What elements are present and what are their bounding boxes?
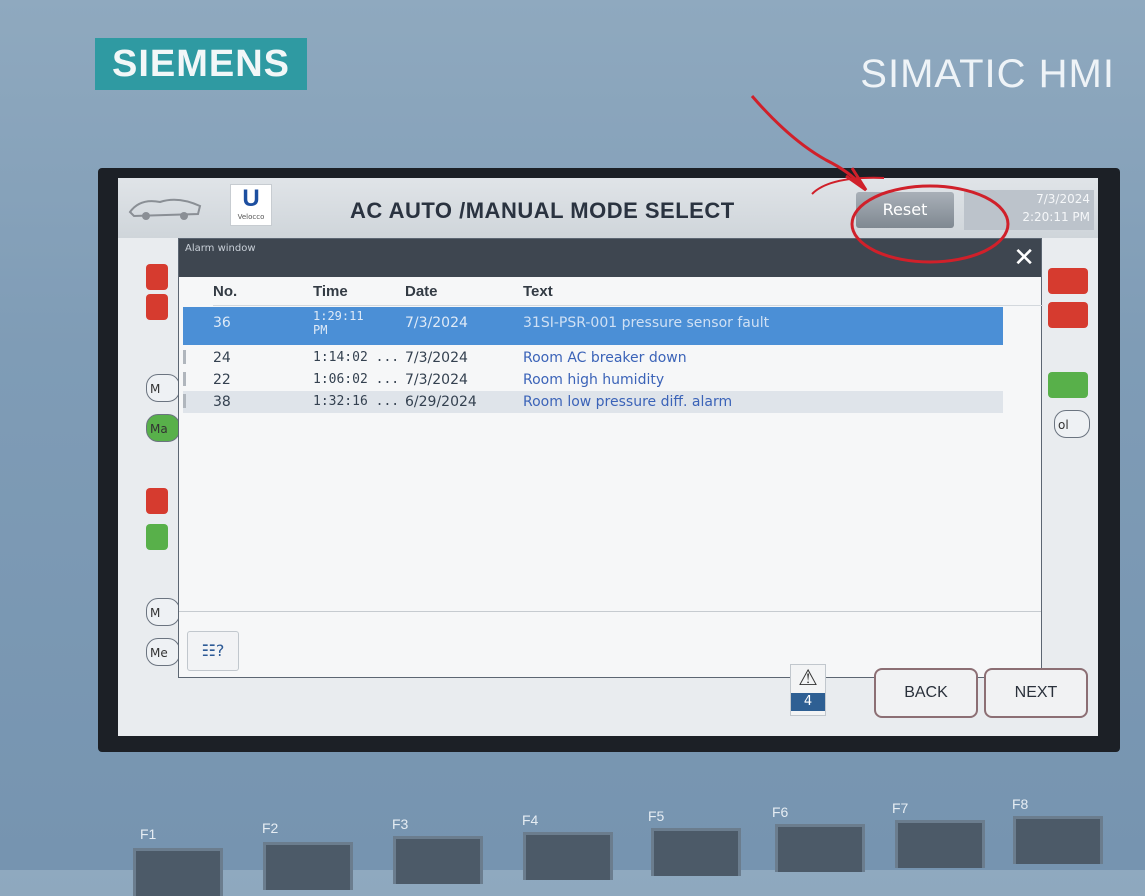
top-bar: U Velocco AC AUTO /MANUAL MODE SELECT Re…: [118, 178, 1098, 238]
column-header-date[interactable]: Date: [405, 283, 438, 303]
right-status-green[interactable]: [1048, 372, 1088, 398]
table-row[interactable]: 22 1:06:02 ... 7/3/2024 Room high humidi…: [183, 369, 1003, 391]
hmi-screen: U Velocco AC AUTO /MANUAL MODE SELECT Re…: [118, 178, 1098, 736]
column-header-time[interactable]: Time: [313, 283, 348, 303]
row-marker: [183, 394, 186, 408]
row-text: 31SI-PSR-001 pressure sensor fault: [523, 315, 770, 331]
function-key-label: F2: [262, 820, 279, 836]
row-time: 1:29:11 PM: [313, 309, 364, 337]
row-text: Room high humidity: [523, 372, 665, 388]
table-row[interactable]: 36 1:29:11 PM 7/3/2024 31SI-PSR-001 pres…: [183, 307, 1003, 345]
right-mode-button[interactable]: ol: [1054, 410, 1090, 438]
right-status-red-1[interactable]: [1048, 268, 1088, 294]
function-key-label: F4: [522, 812, 539, 828]
function-key-label: F5: [648, 808, 665, 824]
left-status-red-3[interactable]: [146, 488, 168, 514]
row-text: Room low pressure diff. alarm: [523, 394, 733, 410]
row-number: 24: [213, 350, 231, 366]
close-icon[interactable]: ✕: [1013, 245, 1035, 271]
function-key-f2[interactable]: [263, 842, 353, 890]
screen-title: AC AUTO /MANUAL MODE SELECT: [350, 198, 735, 223]
function-key-label: F3: [392, 816, 409, 832]
left-status-red-2[interactable]: [146, 294, 168, 320]
row-marker: [183, 350, 186, 364]
left-mode-button-1[interactable]: M: [146, 374, 180, 402]
siemens-logo: SIEMENS: [95, 38, 307, 90]
function-key-f7[interactable]: [895, 820, 985, 868]
help-icon[interactable]: ☷?: [187, 631, 239, 671]
function-key-label: F6: [772, 804, 789, 820]
left-status-green[interactable]: [146, 524, 168, 550]
row-number: 22: [213, 372, 231, 388]
column-header-no[interactable]: No.: [213, 283, 237, 303]
alarm-window-title: Alarm window: [185, 243, 256, 254]
simatic-hmi-label: SIMATIC HMI: [860, 52, 1115, 96]
row-time: 1:14:02 ...: [313, 350, 400, 365]
table-row[interactable]: 24 1:14:02 ... 7/3/2024 Room AC breaker …: [183, 347, 1003, 369]
row-date: 7/3/2024: [405, 372, 468, 388]
date-time-display: 7/3/2024 2:20:11 PM: [964, 190, 1094, 230]
function-key-f6[interactable]: [775, 824, 865, 872]
row-time: 1:06:02 ...: [313, 372, 400, 387]
reset-button[interactable]: Reset: [856, 192, 954, 228]
alarm-window-header: Alarm window ✕: [179, 239, 1041, 277]
alarm-indicator[interactable]: ⚠ 4: [790, 664, 826, 716]
company-vehicle-icon: [126, 190, 206, 224]
row-date: 6/29/2024: [405, 394, 477, 410]
time-display: 2:20:11 PM: [1022, 210, 1090, 224]
left-mode-button-4[interactable]: Me: [146, 638, 180, 666]
header-divider: [213, 305, 1043, 306]
function-key-label: F7: [892, 800, 909, 816]
function-key-label: F1: [140, 826, 157, 842]
column-header-text[interactable]: Text: [523, 283, 553, 303]
left-mode-button-3[interactable]: M: [146, 598, 180, 626]
row-date: 7/3/2024: [405, 315, 468, 331]
alarm-window: Alarm window ✕ No. Time Date Text 36 1:2…: [178, 238, 1043, 678]
next-button[interactable]: NEXT: [984, 668, 1088, 718]
back-button[interactable]: BACK: [874, 668, 978, 718]
customer-logo: U Velocco: [230, 184, 272, 226]
function-key-f3[interactable]: [393, 836, 483, 884]
right-status-red-2[interactable]: [1048, 302, 1088, 328]
row-marker: [183, 372, 186, 386]
function-key-f1[interactable]: [133, 848, 223, 896]
row-time: 1:32:16 ...: [313, 394, 400, 409]
table-row[interactable]: 38 1:32:16 ... 6/29/2024 Room low pressu…: [183, 391, 1003, 413]
left-status-red-1[interactable]: [146, 264, 168, 290]
warning-icon: ⚠: [798, 666, 818, 691]
alarm-count: 4: [791, 693, 825, 711]
date-display: 7/3/2024: [1036, 192, 1090, 206]
customer-logo-mark: U: [242, 185, 260, 212]
row-text: Room AC breaker down: [523, 350, 687, 366]
row-date: 7/3/2024: [405, 350, 468, 366]
function-key-f8[interactable]: [1013, 816, 1103, 864]
left-mode-button-2[interactable]: Ma: [146, 414, 180, 442]
row-number: 38: [213, 394, 231, 410]
alarm-list-bottom-divider: [179, 611, 1041, 612]
function-key-row: F1 F2 F3 F4 F5 F6 F7 F8: [0, 796, 1145, 896]
function-key-label: F8: [1012, 796, 1029, 812]
function-key-f4[interactable]: [523, 832, 613, 880]
function-key-f5[interactable]: [651, 828, 741, 876]
customer-logo-subtext: Velocco: [237, 213, 265, 221]
row-number: 36: [213, 315, 231, 331]
